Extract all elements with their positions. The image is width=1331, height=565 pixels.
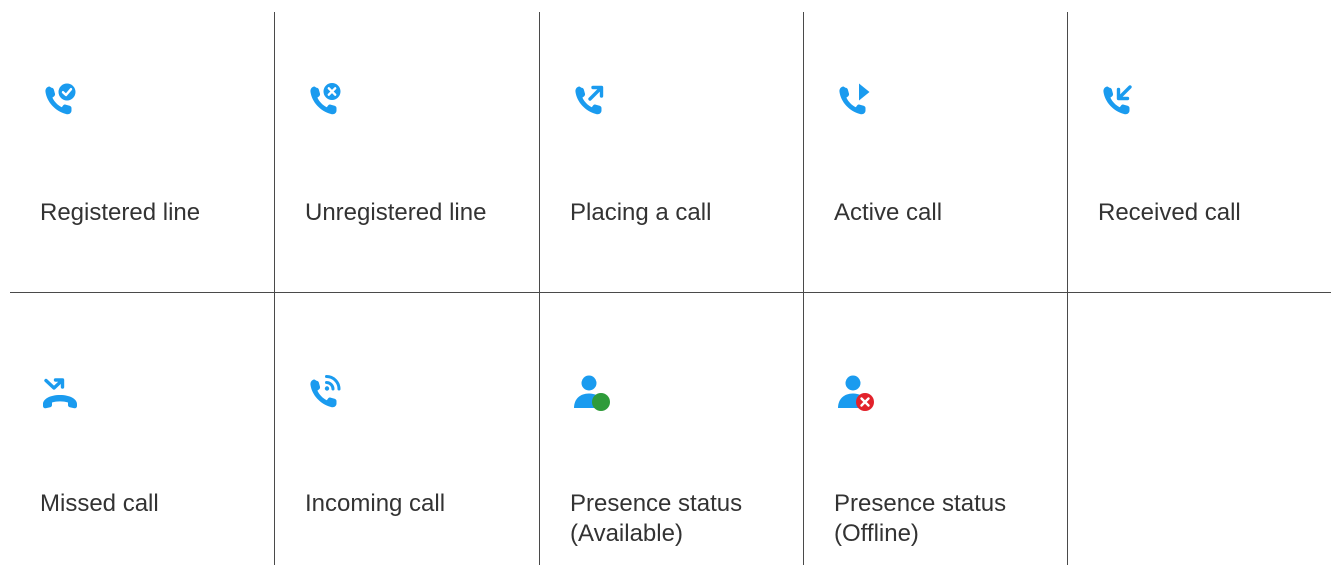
legend-cell-active-call: Active call bbox=[804, 12, 1067, 292]
phone-check-icon bbox=[45, 83, 76, 115]
legend-label-line: Presence status bbox=[570, 490, 743, 517]
legend-label: Presence status (Available) bbox=[570, 489, 742, 549]
phone-x-icon bbox=[310, 83, 341, 115]
legend-cell-placing-a-call: Placing a call bbox=[540, 12, 803, 292]
phone-ringing-icon bbox=[310, 375, 341, 408]
legend-label: Missed call bbox=[40, 490, 159, 517]
legend-label: Registered line bbox=[40, 199, 201, 226]
phone-missed-icon bbox=[43, 378, 77, 409]
user-available-icon bbox=[574, 375, 610, 411]
legend-cell-presence-offline: Presence status (Offline) bbox=[804, 293, 1067, 565]
phone-outgoing-icon bbox=[575, 85, 604, 115]
legend-label: Presence status (Offline) bbox=[834, 489, 1006, 549]
legend-label: Received call bbox=[1098, 199, 1241, 226]
legend-label: Incoming call bbox=[305, 490, 446, 517]
legend-label: Active call bbox=[834, 199, 943, 226]
icon-legend-grid: Registered line Unregistered line Placin… bbox=[10, 12, 1331, 565]
legend-cell-empty bbox=[1068, 293, 1331, 565]
legend-cell-missed-call: Missed call bbox=[10, 293, 274, 565]
legend-cell-received-call: Received call bbox=[1068, 12, 1331, 292]
legend-cell-incoming-call: Incoming call bbox=[275, 293, 539, 565]
legend-cell-registered-line: Registered line bbox=[10, 12, 274, 292]
legend-row-1: Registered line Unregistered line Placin… bbox=[10, 12, 1331, 292]
legend-label: Placing a call bbox=[570, 199, 712, 226]
legend-cell-presence-available: Presence status (Available) bbox=[540, 293, 803, 565]
legend-row-2: Missed call Incoming call Presence statu… bbox=[10, 293, 1331, 565]
legend-label-line: (Available) bbox=[570, 520, 683, 547]
user-offline-icon bbox=[838, 375, 874, 411]
phone-incoming-icon bbox=[1103, 85, 1132, 115]
legend-label-line: Presence status bbox=[834, 490, 1007, 517]
legend-label-line: (Offline) bbox=[834, 520, 919, 547]
phone-play-icon bbox=[839, 83, 870, 115]
legend-cell-unregistered-line: Unregistered line bbox=[275, 12, 539, 292]
legend-label: Unregistered line bbox=[305, 199, 487, 226]
